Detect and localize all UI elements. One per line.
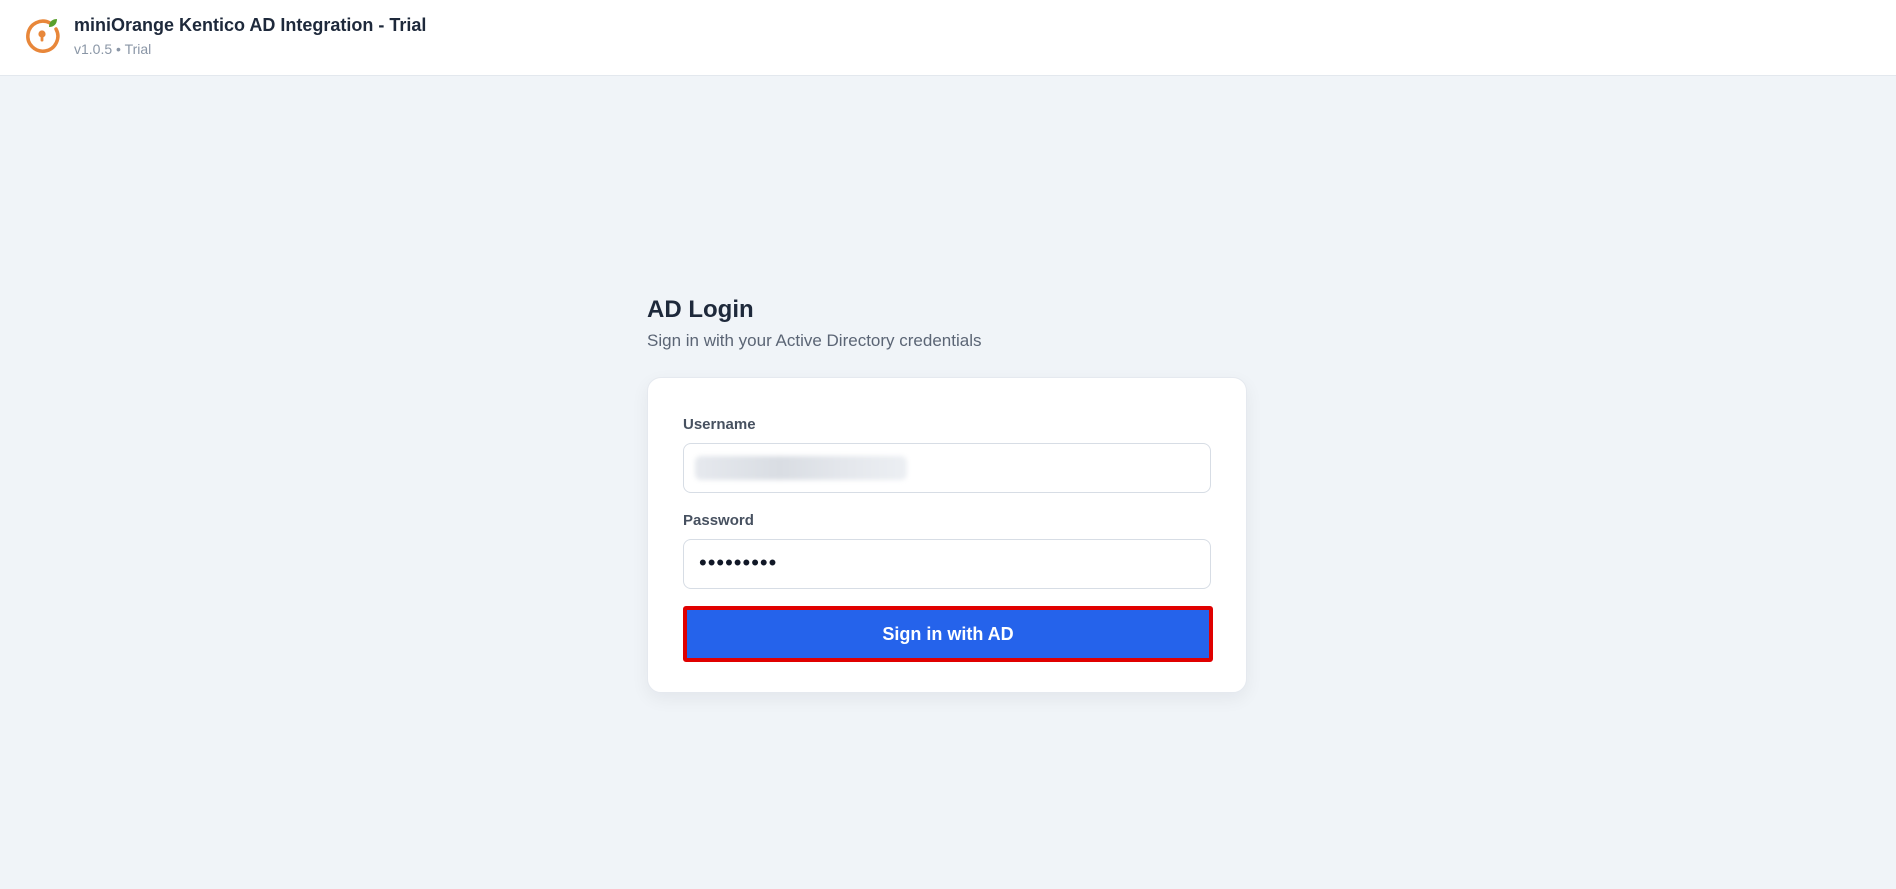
page-subtitle: Sign in with your Active Directory crede… bbox=[647, 331, 982, 350]
app-version: v1.0.5 • Trial bbox=[74, 41, 152, 57]
password-label: Password bbox=[683, 512, 754, 529]
top-bar: miniOrange Kentico AD Integration - Tria… bbox=[0, 0, 1896, 76]
username-label: Username bbox=[683, 416, 756, 433]
app-title: miniOrange Kentico AD Integration - Tria… bbox=[74, 15, 427, 35]
miniorange-logo-icon bbox=[26, 19, 60, 53]
username-field-wrapper bbox=[683, 443, 1211, 493]
redacted-username-value bbox=[695, 456, 907, 480]
login-card: Username Password ••••••••• Sign in with… bbox=[647, 377, 1247, 693]
password-input[interactable] bbox=[683, 539, 1211, 589]
page-title: AD Login bbox=[647, 296, 754, 323]
sign-in-with-ad-button[interactable]: Sign in with AD bbox=[683, 606, 1213, 662]
